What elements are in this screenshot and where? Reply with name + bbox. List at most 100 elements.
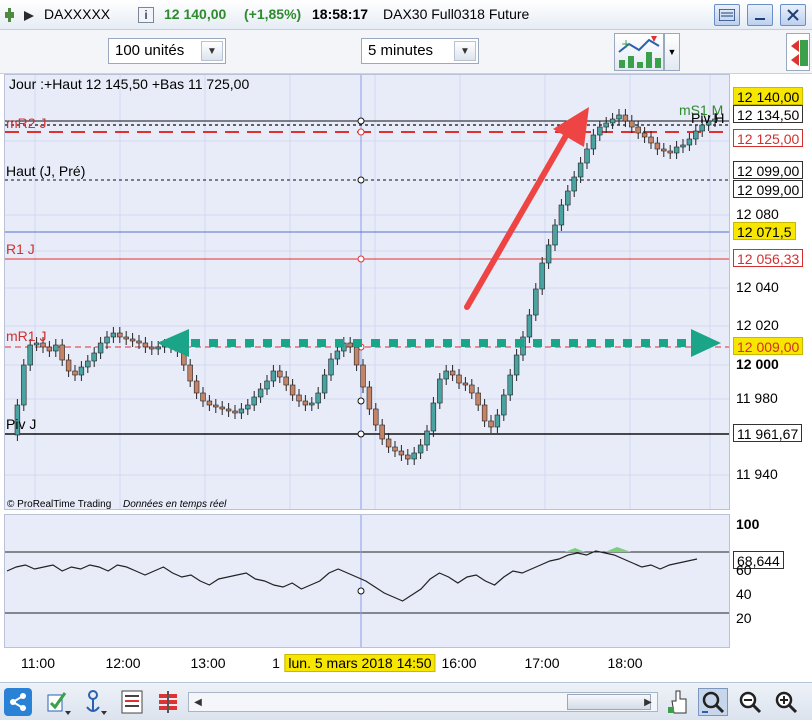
side-panel-button[interactable] xyxy=(786,33,810,71)
watermark-note: Données en temps réel xyxy=(123,499,227,510)
candle-body xyxy=(257,388,264,398)
cursor-marker xyxy=(357,397,365,405)
candle-body xyxy=(673,146,680,154)
candle-body xyxy=(385,438,392,448)
horizontal-scrollbar[interactable]: ◀ ▶ xyxy=(188,692,658,712)
level-label-mr2: mR2 J xyxy=(6,115,47,131)
candle-body xyxy=(488,420,494,428)
scroll-right-icon[interactable]: ▶ xyxy=(640,694,656,710)
red-arrow-shaft xyxy=(464,124,574,310)
daily-range-text: Jour :+Haut 12 145,50 +Bas 11 725,00 xyxy=(9,76,250,92)
window-menu-button[interactable] xyxy=(714,4,740,26)
candle-body xyxy=(501,394,507,416)
oscillator-axis[interactable]: 100 68,644 60 60 40 20 xyxy=(730,514,812,648)
candle-body xyxy=(635,126,641,134)
candle-body xyxy=(187,364,193,382)
interval-select[interactable]: 5 minutes ▼ xyxy=(361,38,479,64)
menu-triangle-icon[interactable] xyxy=(24,9,34,24)
units-select[interactable]: 100 unités ▼ xyxy=(108,38,226,64)
time-tick: 16:00 xyxy=(441,655,477,671)
candle-body xyxy=(379,424,385,440)
draw-tool-button[interactable] xyxy=(44,688,72,716)
candle-body xyxy=(149,346,155,350)
candle-body xyxy=(360,364,366,388)
candle-body xyxy=(334,350,341,360)
chevron-down-icon[interactable]: ▼ xyxy=(201,41,223,61)
level-price-label: 12 125,00 xyxy=(733,129,804,147)
osc-tick: 60 xyxy=(736,562,752,578)
symbol-name[interactable]: DAXXXXX xyxy=(44,6,110,22)
candle-body xyxy=(411,452,417,460)
time-axis[interactable]: 11:00 12:00 13:00 1 16:00 17:00 18:00 lu… xyxy=(4,648,730,680)
share-button[interactable] xyxy=(4,688,32,716)
candle-body xyxy=(238,408,245,414)
time-tick: 12:00 xyxy=(105,655,141,671)
zoom-fit-button[interactable] xyxy=(698,688,728,716)
list-button[interactable] xyxy=(118,688,146,716)
price-tick: 12 020 xyxy=(736,317,779,333)
zoom-out-button[interactable] xyxy=(736,688,764,716)
zoom-in-button[interactable] xyxy=(772,688,800,716)
scroll-left-icon[interactable]: ◀ xyxy=(190,694,206,710)
candle-body xyxy=(590,134,597,150)
candle-body xyxy=(21,364,27,406)
close-button[interactable] xyxy=(780,4,806,26)
chart-toolbar: 100 unités ▼ 5 minutes ▼ + ▼ xyxy=(0,30,812,74)
level-price-label: 12 099,00 xyxy=(733,180,804,198)
bottom-toolbar: ◀ ▶ xyxy=(0,682,812,720)
candle-body xyxy=(296,394,302,402)
candle-body xyxy=(494,414,501,428)
candle-body xyxy=(142,342,149,348)
zoom-out-icon xyxy=(739,691,762,714)
level-label-r1: R1 J xyxy=(6,241,35,257)
price-tick: 12 080 xyxy=(736,206,779,222)
interval-select-value: 5 minutes xyxy=(368,42,434,59)
list-icon xyxy=(121,690,143,714)
candle-body xyxy=(59,344,65,361)
candle-body xyxy=(456,374,462,384)
anchor-tool-button[interactable] xyxy=(82,688,110,716)
chevron-down-icon[interactable]: ▼ xyxy=(454,41,476,61)
price-axis[interactable]: 12 080 12 040 12 020 12 000 11 980 11 94… xyxy=(730,74,812,510)
indicators-chart-icon: + xyxy=(618,36,661,68)
candle-body xyxy=(104,336,110,344)
indicators-button[interactable]: + xyxy=(614,33,664,71)
osc-tick: 100 xyxy=(736,516,760,532)
oscillator-plot xyxy=(5,515,729,647)
candle-body xyxy=(577,162,584,178)
svg-text:+: + xyxy=(621,37,631,51)
candle-body xyxy=(539,262,545,290)
price-chart[interactable]: Jour :+Haut 12 145,50 +Bas 11 725,00 mR2… xyxy=(4,74,730,510)
time-tick: 1 xyxy=(272,655,280,671)
level-label-haut: Haut (J, Pré) xyxy=(6,163,86,179)
candle-body xyxy=(213,404,219,408)
drag-grip-icon[interactable] xyxy=(5,8,15,22)
overbought-fill xyxy=(565,548,585,552)
candle-body xyxy=(424,430,430,446)
indicator-list-button[interactable] xyxy=(154,688,182,716)
minimize-button[interactable] xyxy=(747,4,773,26)
candle-body xyxy=(462,382,469,386)
candle-body xyxy=(398,450,405,456)
close-icon xyxy=(787,9,799,21)
scroll-thumb[interactable] xyxy=(567,694,651,710)
candle-body xyxy=(443,370,449,380)
level-price-label: 12 009,00 xyxy=(733,337,804,355)
candle-body xyxy=(302,400,309,406)
cursor-marker xyxy=(357,430,365,438)
candle-body xyxy=(129,338,136,342)
level-price-label: 11 961,67 xyxy=(733,424,803,442)
info-icon[interactable]: i xyxy=(138,7,154,23)
indicators-dropdown-button[interactable]: ▼ xyxy=(664,33,680,71)
candle-body xyxy=(283,376,289,386)
interaction-mode-button[interactable] xyxy=(664,688,692,716)
candle-body xyxy=(507,374,513,396)
candle-body xyxy=(309,402,315,406)
candle-body xyxy=(155,346,161,350)
candle-body xyxy=(680,144,686,148)
time-tick: 17:00 xyxy=(524,655,560,671)
level-price-label: 12 099,00 xyxy=(733,161,804,179)
teal-arrow-right-head xyxy=(691,329,721,357)
time-tick: 13:00 xyxy=(190,655,226,671)
oscillator-panel[interactable] xyxy=(4,514,730,648)
